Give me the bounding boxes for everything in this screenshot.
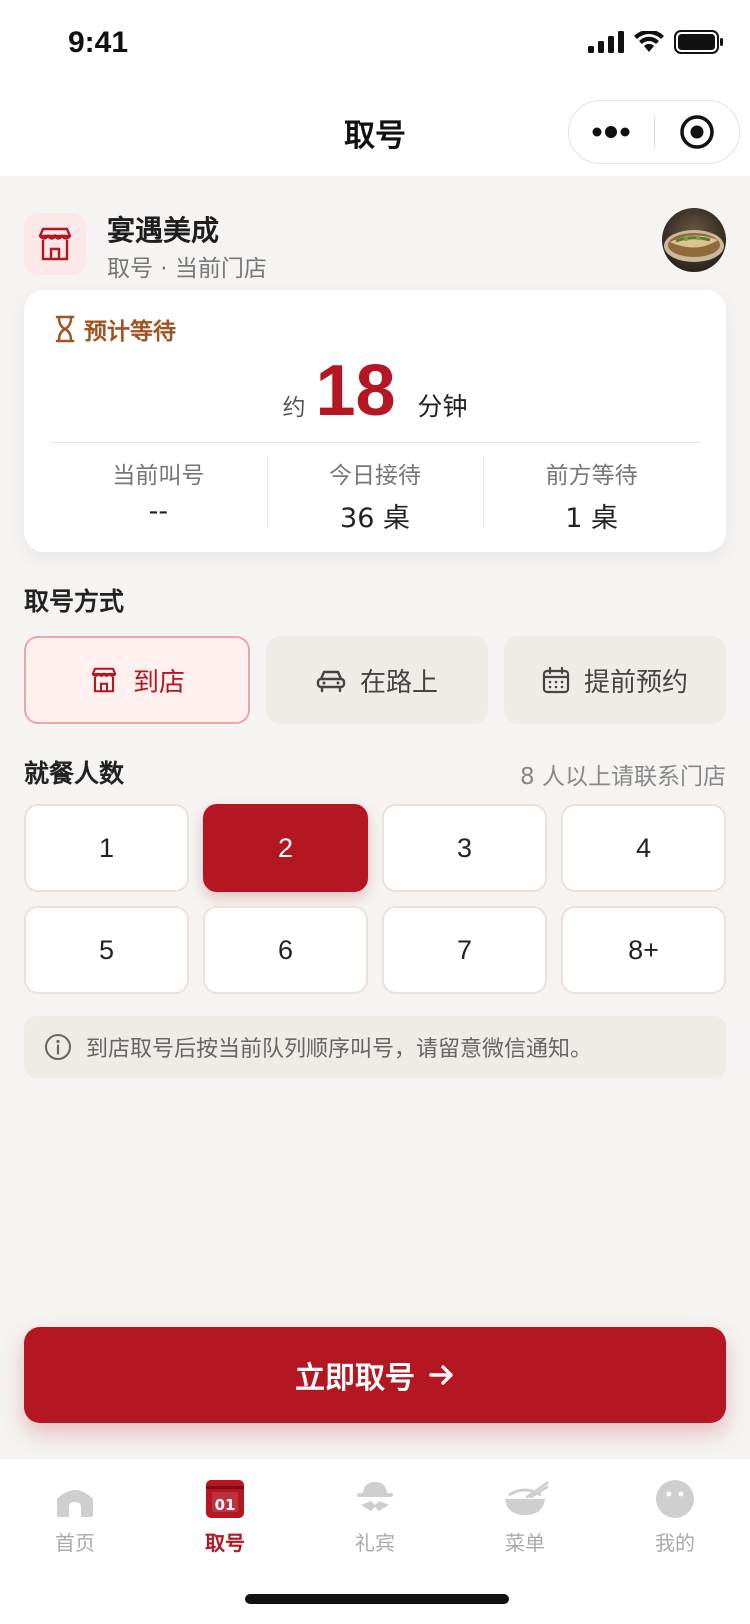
tab-queue[interactable]: 01 取号	[150, 1477, 300, 1556]
store-icon	[91, 667, 117, 693]
arrow-right-icon	[429, 1365, 453, 1385]
bowl-icon	[505, 1481, 549, 1515]
target-icon	[680, 115, 714, 149]
store-avatar[interactable]	[662, 208, 726, 272]
signal-icon	[588, 31, 624, 53]
ticket-badge: 01	[215, 1496, 236, 1514]
stat-label: 前方等待	[545, 463, 638, 489]
mode-label: 在路上	[359, 667, 438, 698]
party-size-option[interactable]: 5	[24, 906, 189, 994]
stat-value: 36 桌	[340, 503, 410, 534]
close-miniprogram-button[interactable]	[655, 101, 740, 163]
status-time: 9:41	[68, 26, 129, 59]
wait-estimate-card: 预计等待 约 18 分钟 当前叫号 -- 今日接待 36 桌 前方等待 1 桌	[24, 290, 726, 552]
notice-text: 到店取号后按当前队列顺序叫号，请留意微信通知。	[86, 1037, 593, 1062]
status-icons	[588, 30, 724, 54]
wifi-icon	[634, 31, 664, 52]
mode-section-title: 取号方式	[24, 587, 125, 616]
stat-label: 今日接待	[329, 463, 421, 489]
party-size-option[interactable]: 1	[24, 804, 189, 892]
mode-label: 到店	[132, 667, 185, 698]
store-header: 宴遇美成 取号 · 当前门店	[24, 205, 726, 285]
take-number-button[interactable]: 立即取号	[24, 1327, 726, 1423]
nav-bar: 取号	[0, 92, 750, 176]
tab-label: 取号	[205, 1531, 245, 1555]
home-icon	[57, 1490, 93, 1517]
tab-label: 我的	[655, 1531, 695, 1555]
party-size-option[interactable]: 8+	[561, 906, 726, 994]
party-section-title: 就餐人数	[24, 759, 125, 788]
stat-ahead-waiting: 前方等待 1 桌	[483, 452, 700, 534]
tab-profile[interactable]: 我的	[600, 1477, 750, 1556]
party-size-grid: 1 2 3 4 5 6 7 8+	[24, 804, 726, 994]
party-size-option[interactable]: 7	[382, 906, 547, 994]
dish-photo	[662, 208, 726, 272]
profile-icon	[656, 1480, 694, 1518]
info-icon	[45, 1034, 71, 1060]
more-dots-icon	[592, 126, 630, 138]
tab-label: 首页	[55, 1531, 95, 1555]
stat-today-served: 今日接待 36 桌	[266, 452, 484, 534]
stat-label: 当前叫号	[112, 463, 205, 489]
store-icon	[38, 227, 72, 261]
hourglass-icon	[55, 315, 75, 343]
cta-label: 立即取号	[295, 1361, 415, 1396]
mode-reserve[interactable]: 提前预约	[504, 636, 726, 724]
calendar-icon	[542, 666, 570, 694]
wait-label: 预计等待	[54, 312, 176, 346]
stat-current-call: 当前叫号 --	[50, 452, 267, 528]
queue-mode-selector: 到店 在路上 提前预约	[24, 636, 726, 724]
store-name: 宴遇美成	[107, 214, 220, 247]
party-section-hint: 8 人以上请联系门店	[520, 764, 726, 790]
queue-stats: 当前叫号 -- 今日接待 36 桌 前方等待 1 桌	[50, 452, 700, 534]
tab-concierge[interactable]: 礼宾	[300, 1477, 450, 1556]
mode-on-the-way[interactable]: 在路上	[266, 636, 488, 724]
mode-label: 提前预约	[583, 667, 688, 698]
ticket-icon: 01	[206, 1480, 244, 1518]
store-subtitle: 取号 · 当前门店	[107, 256, 267, 282]
stat-value: --	[148, 496, 169, 527]
tab-label: 礼宾	[355, 1531, 395, 1555]
party-size-option-selected[interactable]: 2	[203, 804, 368, 892]
mode-in-store[interactable]: 到店	[24, 636, 250, 724]
status-bar: 9:41	[0, 0, 750, 92]
more-button[interactable]	[569, 101, 654, 163]
tab-label: 菜单	[505, 1531, 545, 1555]
divider	[50, 442, 700, 443]
party-size-option[interactable]: 3	[382, 804, 547, 892]
stat-value: 1 桌	[565, 503, 619, 534]
concierge-icon	[357, 1482, 393, 1511]
party-size-option[interactable]: 6	[203, 906, 368, 994]
wait-prefix: 约	[282, 395, 306, 421]
mini-program-capsule	[568, 100, 740, 164]
store-logo	[24, 213, 86, 275]
party-size-option[interactable]: 4	[561, 804, 726, 892]
home-indicator	[245, 1594, 509, 1604]
tab-home[interactable]: 首页	[0, 1477, 150, 1556]
wait-value: 约 18 分钟	[24, 350, 726, 432]
wait-label-text: 预计等待	[84, 319, 176, 345]
tab-menu[interactable]: 菜单	[450, 1477, 600, 1556]
wait-minutes: 18	[315, 351, 396, 431]
wait-unit: 分钟	[417, 392, 468, 421]
queue-notice: 到店取号后按当前队列顺序叫号，请留意微信通知。	[24, 1016, 726, 1078]
car-icon	[316, 670, 346, 693]
battery-icon	[674, 30, 723, 54]
